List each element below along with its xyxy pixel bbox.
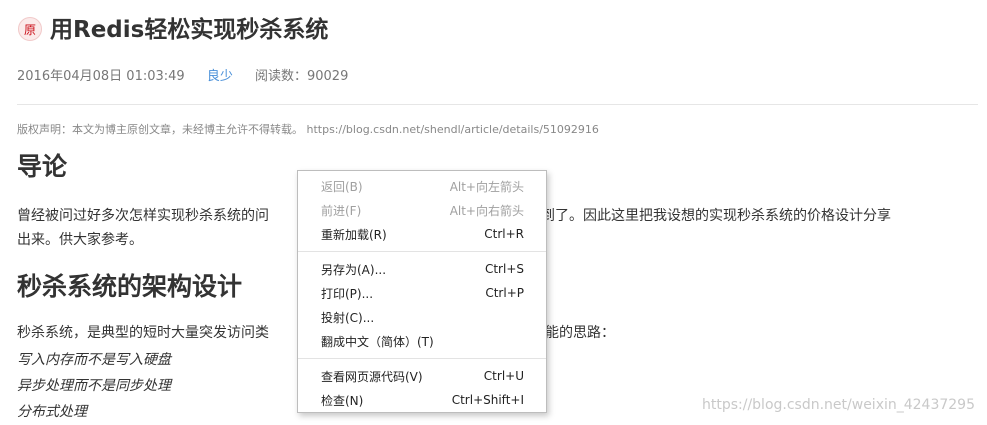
menu-separator	[298, 251, 546, 252]
strategy-list: 写入内存而不是写入硬盘 异步处理而不是同步处理 分布式处理	[17, 347, 171, 425]
menu-item-forward[interactable]: 前进(F) Alt+向右箭头	[298, 198, 546, 222]
heading-intro: 导论	[17, 152, 68, 181]
menu-item-shortcut: Alt+向右箭头	[449, 203, 524, 218]
intro-paragraph-line2: 出来。供大家参考。	[17, 232, 143, 248]
menu-item-shortcut: Ctrl+R	[484, 227, 524, 241]
menu-item-print[interactable]: 打印(P)... Ctrl+P	[298, 281, 546, 305]
menu-item-shortcut: Ctrl+P	[485, 286, 524, 300]
menu-item-shortcut: Ctrl+U	[483, 369, 524, 383]
context-menu: 返回(B) Alt+向左箭头 前进(F) Alt+向右箭头 重新加载(R) Ct…	[297, 170, 547, 413]
arch-paragraph-right: 能的思路：	[545, 325, 615, 341]
menu-item-shortcut: Ctrl+S	[484, 262, 524, 276]
menu-item-label: 投射(C)...	[321, 310, 375, 325]
menu-item-label: 重新加载(R)	[321, 227, 387, 242]
menu-item-label: 翻成中文（简体）(T)	[321, 334, 434, 349]
menu-item-label: 另存为(A)...	[321, 262, 387, 277]
publish-date: 2016年04月08日 01:03:49	[17, 69, 185, 84]
article-meta: 2016年04月08日 01:03:49 良少 阅读数：90029	[17, 67, 348, 87]
read-count: 阅读数：90029	[254, 69, 349, 84]
menu-item-label: 检查(N)	[321, 393, 364, 408]
menu-item-reload[interactable]: 重新加载(R) Ctrl+R	[298, 222, 546, 246]
intro-paragraph-right: 被问到了。因此这里把我设想的实现秒杀系统的价格设计分享	[513, 208, 891, 224]
heading-architecture: 秒杀系统的架构设计	[17, 272, 243, 301]
menu-item-shortcut: Alt+向左箭头	[449, 179, 524, 194]
list-item: 写入内存而不是写入硬盘	[17, 352, 171, 368]
menu-item-view-source[interactable]: 查看网页源代码(V) Ctrl+U	[298, 364, 546, 388]
menu-item-label: 前进(F)	[321, 203, 362, 218]
menu-item-label: 返回(B)	[321, 179, 363, 194]
menu-item-label: 查看网页源代码(V)	[321, 369, 423, 384]
menu-item-shortcut: Ctrl+Shift+I	[451, 393, 524, 407]
original-badge: 原	[18, 17, 42, 41]
author-link[interactable]: 良少	[207, 69, 233, 84]
menu-item-back[interactable]: 返回(B) Alt+向左箭头	[298, 174, 546, 198]
list-item: 分布式处理	[17, 404, 87, 420]
intro-paragraph-left: 曾经被问过好多次怎样实现秒杀系统的问	[17, 208, 269, 224]
watermark: https://blog.csdn.net/weixin_42437295	[701, 397, 975, 413]
menu-item-translate[interactable]: 翻成中文（简体）(T)	[298, 329, 546, 353]
menu-item-label: 打印(P)...	[321, 286, 374, 301]
menu-separator	[298, 358, 546, 359]
menu-item-inspect[interactable]: 检查(N) Ctrl+Shift+I	[298, 388, 546, 412]
article-title: 用Redis轻松实现秒杀系统	[50, 17, 329, 43]
arch-paragraph-left: 秒杀系统，是典型的短时大量突发访问类	[17, 325, 269, 341]
copyright-notice: 版权声明：本文为博主原创文章，未经博主允许不得转载。 https://blog.…	[17, 123, 599, 136]
divider	[17, 104, 978, 105]
menu-item-save-as[interactable]: 另存为(A)... Ctrl+S	[298, 257, 546, 281]
list-item: 异步处理而不是同步处理	[17, 378, 171, 394]
menu-item-cast[interactable]: 投射(C)...	[298, 305, 546, 329]
